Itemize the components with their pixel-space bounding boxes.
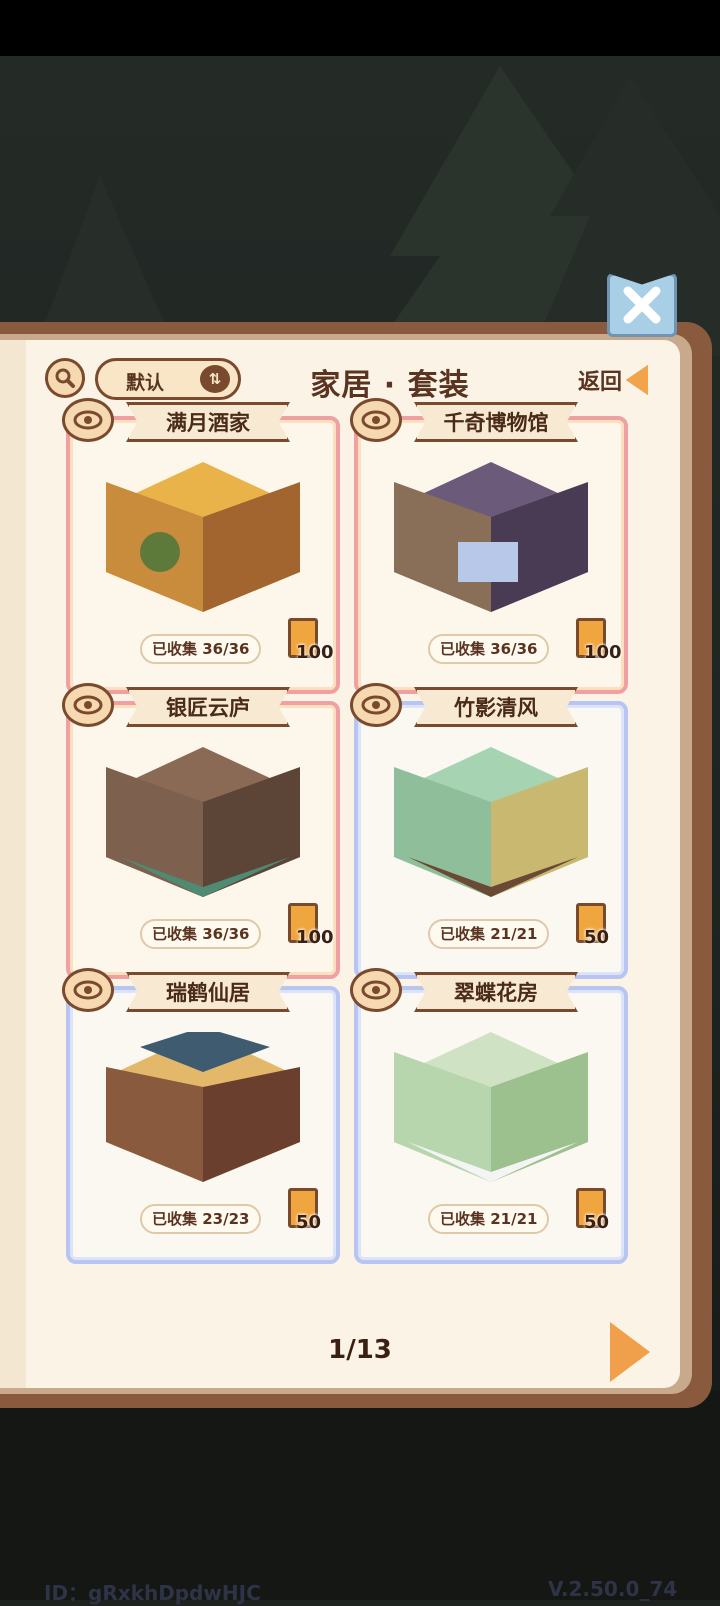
set-name-banner: 瑞鹤仙居 (126, 972, 290, 1012)
set-name-banner: 千奇博物馆 (414, 402, 578, 442)
back-button[interactable]: 返回 (578, 364, 649, 396)
preview-button[interactable] (62, 968, 114, 1012)
set-name-banner: 满月酒家 (126, 402, 290, 442)
eye-icon (361, 410, 391, 430)
reward-points: 100 (296, 927, 334, 948)
set-name: 千奇博物馆 (443, 411, 549, 435)
search-button[interactable] (45, 358, 85, 398)
set-card[interactable]: 翠蝶花房 已收集 21/21 50 (350, 968, 628, 1264)
preview-button[interactable] (350, 398, 402, 442)
set-name-banner: 银匠云庐 (126, 687, 290, 727)
house-art (394, 747, 588, 897)
reward-points: 100 (584, 642, 622, 663)
preview-button[interactable] (62, 398, 114, 442)
sort-dropdown[interactable]: 默认 ⇅ (95, 358, 241, 400)
eye-icon (73, 980, 103, 1000)
set-name: 翠蝶花房 (454, 981, 538, 1005)
set-name-banner: 竹影清风 (414, 687, 578, 727)
sort-icon: ⇅ (200, 365, 230, 393)
eye-icon (361, 695, 391, 715)
pine-tree-art (40, 176, 170, 336)
collected-count: 已收集 21/21 (428, 919, 550, 949)
eye-icon (73, 695, 103, 715)
next-page-button[interactable] (610, 1322, 650, 1382)
house-art (394, 1032, 588, 1182)
collected-count: 已收集 21/21 (428, 1204, 550, 1234)
eye-icon (361, 980, 391, 1000)
set-name-banner: 翠蝶花房 (414, 972, 578, 1012)
close-icon (623, 286, 661, 324)
reward-points: 50 (296, 1212, 322, 1233)
version-label: V.2.50.0_74 (548, 1577, 678, 1601)
collected-count: 已收集 36/36 (140, 919, 262, 949)
book-spine (0, 340, 28, 1388)
preview-button[interactable] (350, 968, 402, 1012)
eye-icon (73, 410, 103, 430)
preview-button[interactable] (62, 683, 114, 727)
house-art (106, 747, 300, 897)
reward-points: 50 (584, 1212, 610, 1233)
set-card[interactable]: 瑞鹤仙居 已收集 23/23 50 (62, 968, 340, 1264)
set-card[interactable]: 银匠云庐 已收集 36/36 100 (62, 683, 340, 979)
search-icon (55, 368, 75, 388)
house-art (106, 462, 300, 612)
ground-shadow (0, 1390, 720, 1600)
set-card[interactable]: 满月酒家 已收集 36/36 100 (62, 398, 340, 694)
preview-button[interactable] (350, 683, 402, 727)
set-card[interactable]: 千奇博物馆 已收集 36/36 100 (350, 398, 628, 694)
back-label: 返回 (578, 370, 623, 395)
collected-count: 已收集 36/36 (428, 634, 550, 664)
collected-count: 已收集 36/36 (140, 634, 262, 664)
page-title: 家居 · 套装 (310, 368, 470, 403)
set-name: 瑞鹤仙居 (166, 981, 250, 1005)
reward-points: 50 (584, 927, 610, 948)
page-indicator: 1/13 (328, 1335, 392, 1365)
set-card[interactable]: 竹影清风 已收集 21/21 50 (350, 683, 628, 979)
back-arrow-icon (626, 365, 649, 395)
house-art (106, 1032, 300, 1182)
status-bar (0, 0, 720, 56)
set-name: 满月酒家 (166, 411, 250, 435)
set-name: 银匠云庐 (166, 696, 250, 720)
player-id: ID：gRxkhDpdwHJC (44, 1581, 261, 1605)
collected-count: 已收集 23/23 (140, 1204, 262, 1234)
house-art (394, 462, 588, 612)
set-name: 竹影清风 (454, 696, 538, 720)
reward-points: 100 (296, 642, 334, 663)
sort-label: 默认 (126, 372, 165, 394)
